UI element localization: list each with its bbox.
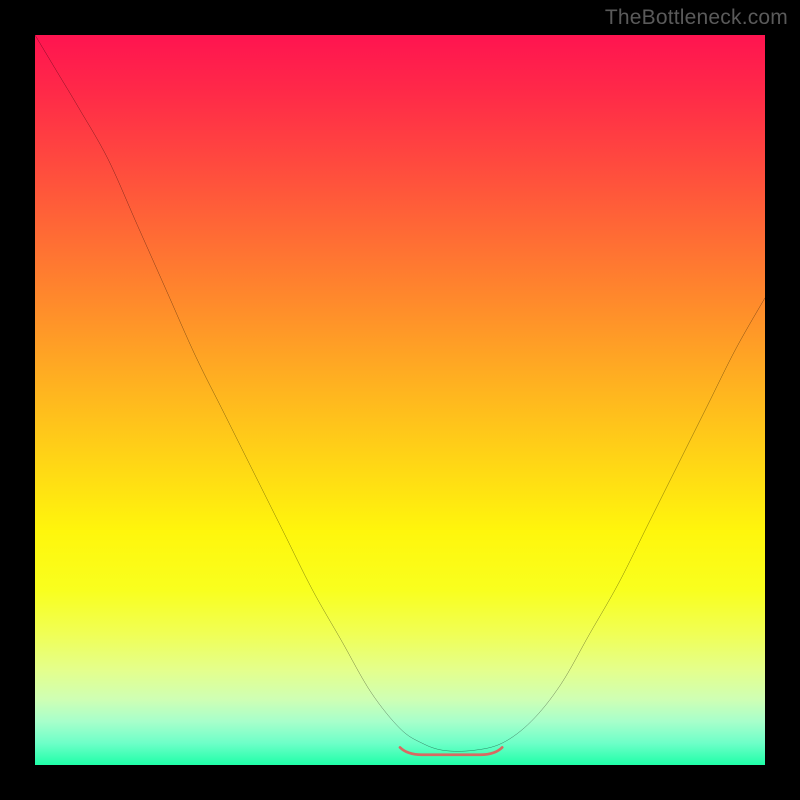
plot-area bbox=[35, 35, 765, 765]
bottleneck-curve bbox=[35, 35, 765, 765]
watermark-text: TheBottleneck.com bbox=[605, 6, 788, 30]
